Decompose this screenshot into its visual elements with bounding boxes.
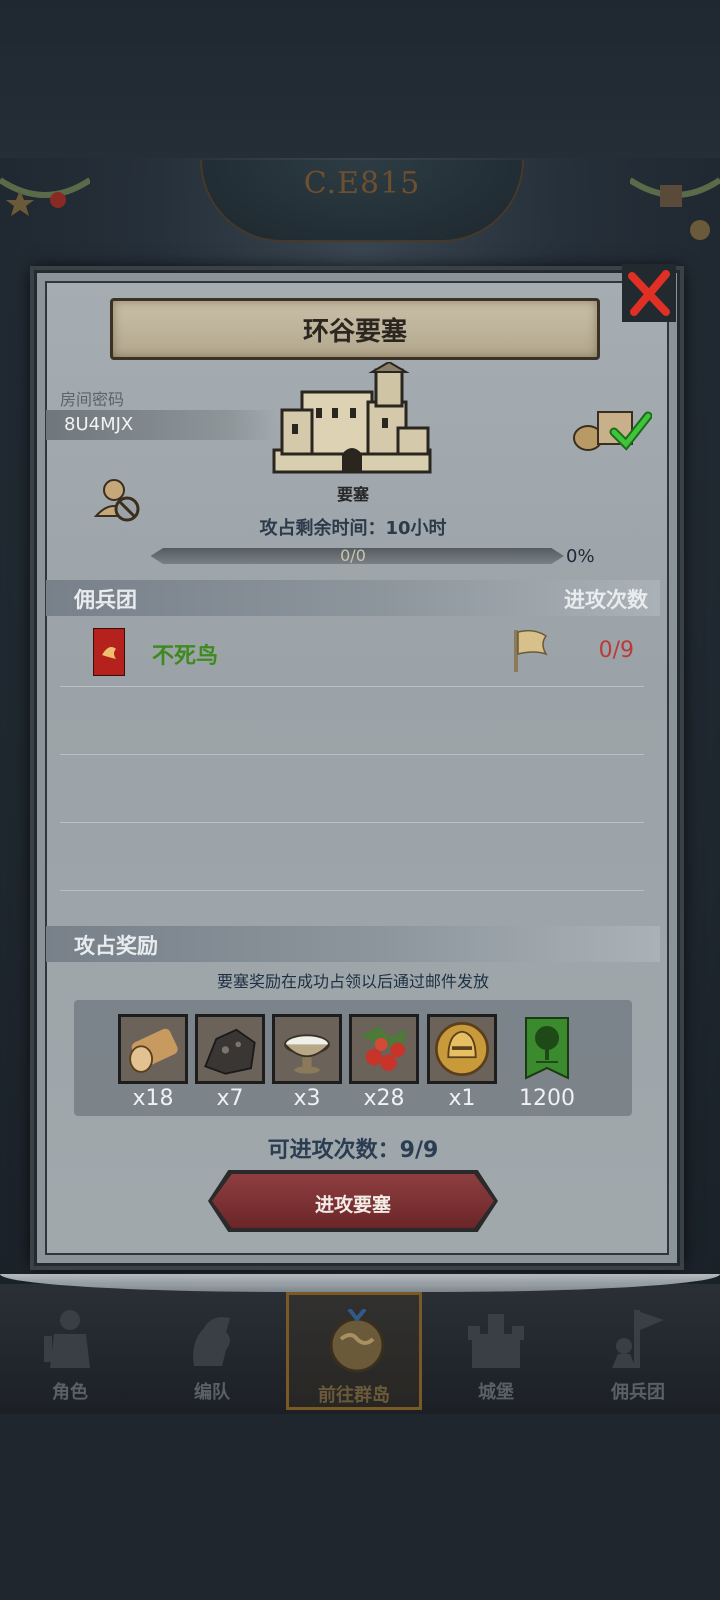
- gold-helmet-coin-icon[interactable]: [427, 1014, 497, 1084]
- remaining-attempts: 可进攻次数：9/9: [267, 1138, 439, 1163]
- reward-note: 要塞奖励在成功占领以后通过邮件发放: [216, 972, 489, 991]
- mercenary-banner-icon: [93, 628, 125, 676]
- reward-qty: x28: [363, 1086, 405, 1111]
- reward-section-title: 攻占奖励: [74, 934, 158, 958]
- room-code-value: 8U4MJX: [64, 414, 134, 435]
- nav-label: 前往群岛: [318, 1385, 390, 1406]
- nav-label: 角色: [52, 1382, 88, 1403]
- system-nav-area: [0, 1414, 720, 1600]
- attack-count-header: 进攻次数: [564, 588, 648, 612]
- era-banner: C.E815: [200, 160, 524, 242]
- holiday-decoration-icon: [630, 177, 720, 240]
- berries-icon[interactable]: [349, 1014, 419, 1084]
- reward-qty: x3: [293, 1086, 321, 1111]
- mercenary-name: 不死鸟: [152, 644, 219, 669]
- warrior-icon: [44, 1310, 90, 1368]
- era-text: C.E815: [303, 166, 421, 201]
- wood-log-icon[interactable]: [118, 1014, 188, 1084]
- reward-qty: x18: [132, 1086, 174, 1111]
- globe-islands-icon: [329, 1309, 385, 1373]
- nav-tab-mercenary[interactable]: 佣兵团: [570, 1292, 706, 1410]
- row-divider: [60, 890, 644, 891]
- nav-tab-castle[interactable]: 城堡: [428, 1292, 564, 1410]
- attack-fortress-label: 进攻要塞: [314, 1194, 391, 1216]
- close-icon[interactable]: [622, 264, 676, 322]
- nav-label: 编队: [194, 1382, 230, 1403]
- row-divider: [60, 754, 644, 755]
- row-divider: [60, 686, 644, 687]
- nav-label: 佣兵团: [611, 1382, 665, 1403]
- mercenary-attack-count: 0/9: [598, 638, 634, 663]
- holiday-decoration-icon: [0, 177, 90, 216]
- title-plate: 环谷要塞: [110, 298, 600, 360]
- reward-qty: x1: [448, 1086, 476, 1111]
- supply-claimed-icon[interactable]: [572, 404, 652, 454]
- nav-tab-character[interactable]: 角色: [2, 1292, 138, 1410]
- silver-bowl-icon[interactable]: [272, 1014, 342, 1084]
- green-tree-banner-icon[interactable]: [524, 1016, 570, 1082]
- nav-label: 城堡: [478, 1382, 514, 1403]
- mercenary-icon: [612, 1310, 664, 1368]
- row-divider: [60, 822, 644, 823]
- castle-icon: [468, 1314, 524, 1368]
- mercenary-section-title: 佣兵团: [74, 588, 137, 612]
- building-type-label: 要塞: [336, 485, 369, 504]
- capture-progress-text: 0/0: [340, 546, 366, 565]
- reward-qty: x7: [216, 1086, 244, 1111]
- capture-progress-percent: 0%: [566, 546, 595, 567]
- capture-time-remaining: 攻占剩余时间：10小时: [259, 518, 447, 539]
- nav-tab-islands[interactable]: 前往群岛: [286, 1292, 422, 1410]
- knight-horse-icon: [193, 1317, 230, 1366]
- nav-tab-formation[interactable]: 编队: [144, 1292, 280, 1410]
- fortress-icon: [272, 362, 432, 474]
- coal-ore-icon[interactable]: [195, 1014, 265, 1084]
- flag-icon: [514, 629, 548, 672]
- page-title: 环谷要塞: [302, 317, 407, 347]
- top-status-area: [0, 0, 720, 160]
- room-code-label: 房间密码: [60, 390, 125, 409]
- reward-qty: 1200: [519, 1086, 575, 1111]
